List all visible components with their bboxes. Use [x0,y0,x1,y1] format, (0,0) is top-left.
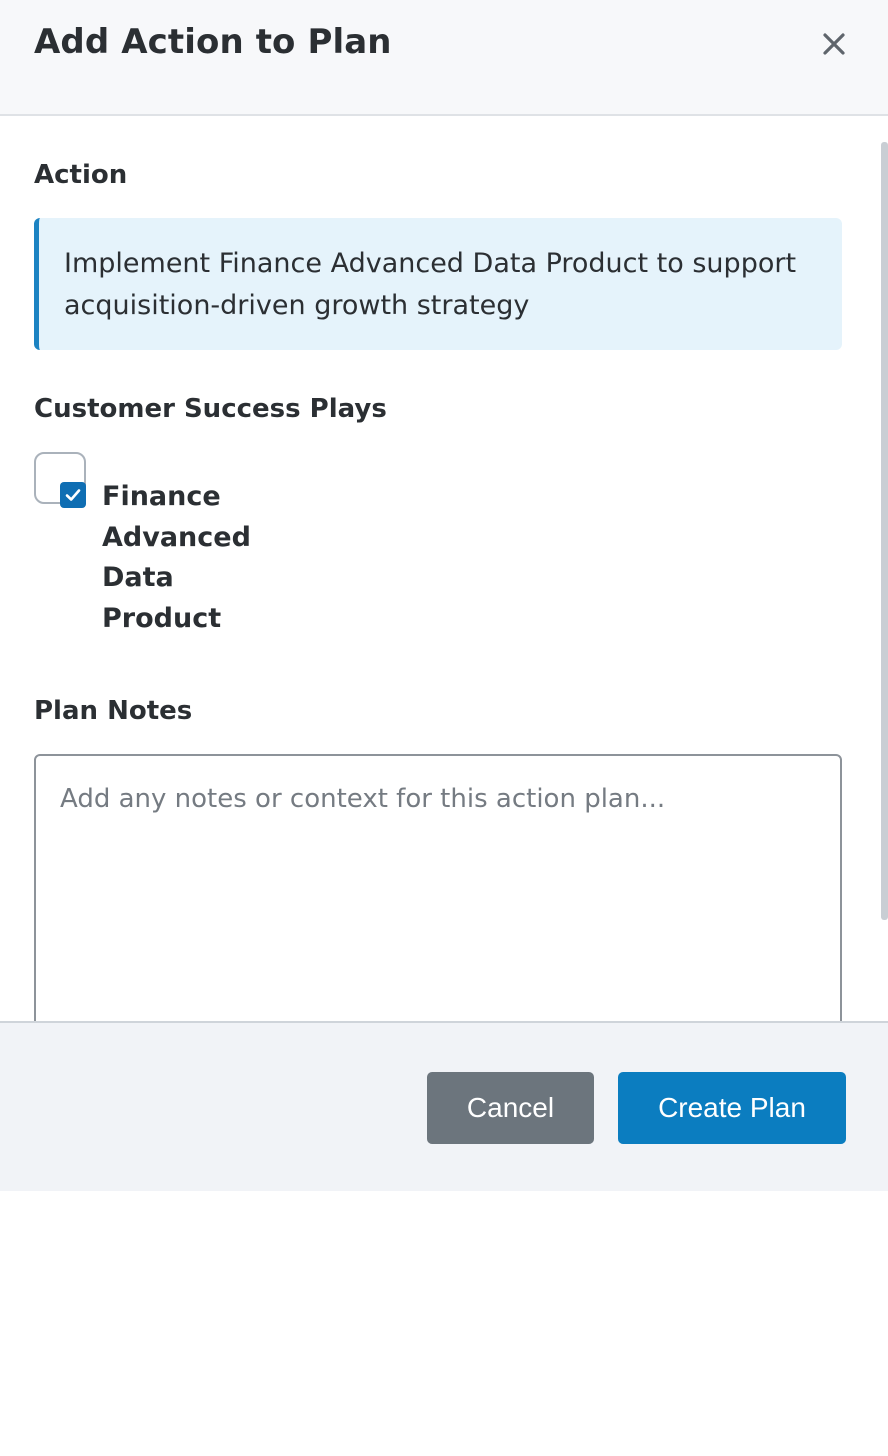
modal-body: Action Implement Finance Advanced Data P… [0,116,888,1021]
plays-section-label: Customer Success Plays [34,394,387,424]
modal-footer: Cancel Create Plan [0,1021,888,1191]
cancel-button[interactable]: Cancel [427,1072,594,1144]
modal-header: Add Action to Plan [0,0,888,116]
add-action-modal: Add Action to Plan Action Implement Fina… [0,0,888,1191]
close-icon [823,33,845,55]
action-section-label: Action [34,160,128,190]
plan-notes-textarea[interactable] [34,754,842,1021]
checkmark-icon [65,489,81,501]
notes-section-label: Plan Notes [34,696,193,726]
modal-title: Add Action to Plan [34,22,392,62]
play-label: Finance Advanced Data Product [102,481,251,634]
play-checkbox[interactable] [60,482,86,508]
create-plan-button[interactable]: Create Plan [618,1072,846,1144]
close-button[interactable] [812,22,856,66]
action-text: Implement Finance Advanced Data Product … [64,248,797,321]
scrollbar-thumb[interactable] [881,142,888,920]
action-info-box: Implement Finance Advanced Data Product … [34,218,842,350]
